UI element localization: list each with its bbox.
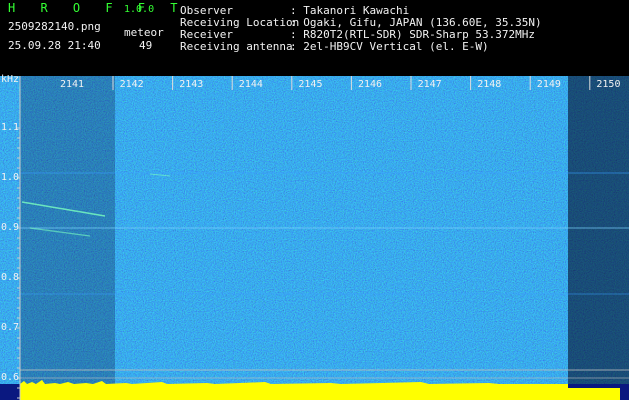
app-version: 1.0.0 (124, 4, 155, 15)
app-title: H R O F F T (8, 1, 187, 15)
antenna-label: Receiving antenna (180, 40, 293, 53)
x-tick-label: 2145 (298, 79, 323, 90)
x-tick-label: 2146 (358, 79, 383, 90)
dark-band-left (20, 76, 115, 384)
x-tick-label: 2143 (179, 79, 204, 90)
meteor-count: 49 (139, 39, 153, 52)
x-tick-label: 2144 (238, 79, 263, 90)
x-tick-label: 2149 (536, 79, 561, 90)
y-axis-unit: kHz (1, 74, 20, 85)
x-tick-label: 2150 (596, 79, 621, 90)
y-tick-label: 1.0 (1, 172, 20, 183)
signal-baseline-right (568, 388, 620, 400)
x-tick-label: 2147 (417, 79, 442, 90)
dark-band-right (568, 76, 629, 384)
spectrogram (0, 76, 629, 400)
y-tick-label: 0.8 (1, 272, 20, 283)
antenna-value: : 2el-HB9CV Vertical (el. E-W) (290, 40, 489, 53)
y-tick-label: 0.7 (1, 322, 20, 333)
header-panel: H R O F F T 1.0.0 2509282140.png meteor … (0, 0, 629, 75)
y-tick-label: 0.9 (1, 222, 20, 233)
y-tick-label: 0.6 (1, 372, 20, 383)
x-tick-label: 2148 (477, 79, 502, 90)
x-tick-label: 2142 (119, 79, 144, 90)
x-tick-label: 2141 (60, 79, 85, 90)
signal-baseline (20, 384, 568, 400)
y-tick-label: 1.1 (1, 122, 20, 133)
date-time: 25.09.28 21:40 (8, 39, 101, 52)
file-name: 2509282140.png (8, 20, 101, 33)
detection-mode: meteor (124, 26, 164, 39)
